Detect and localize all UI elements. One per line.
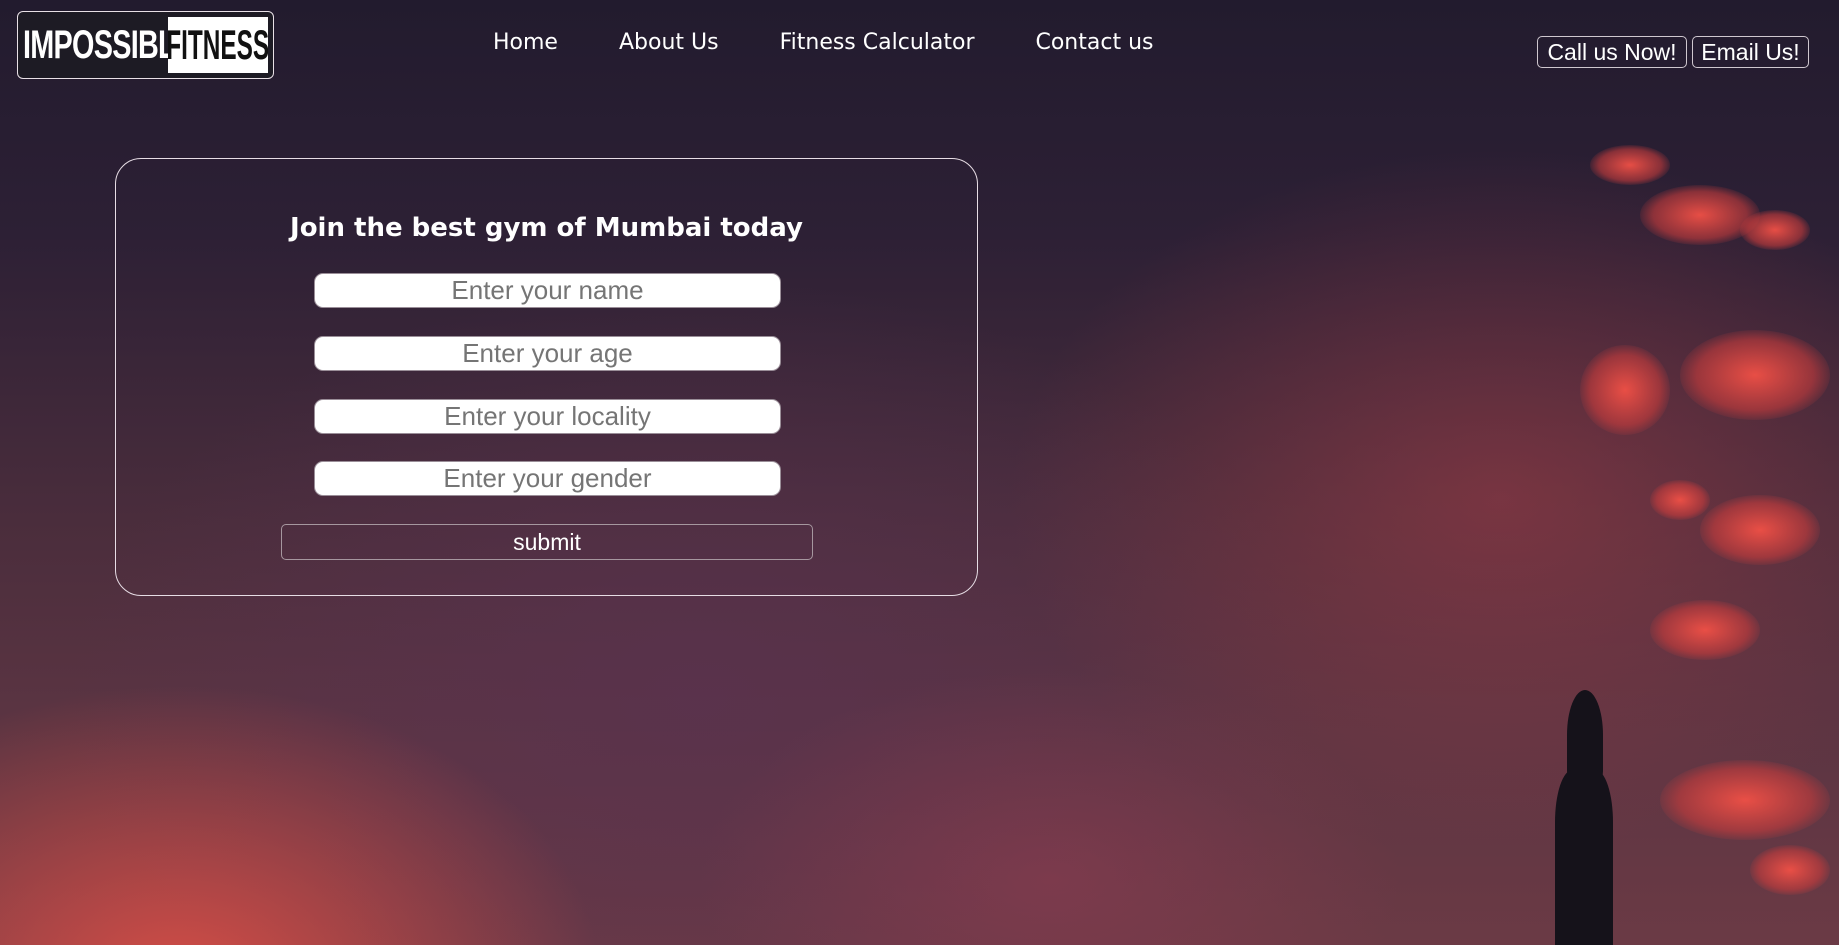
site-logo[interactable]: IMPOSSIBLE FITNESS — [17, 11, 274, 79]
nav-fitness-calculator[interactable]: Fitness Calculator — [780, 30, 975, 55]
form-title: Join the best gym of Mumbai today — [290, 213, 803, 243]
nav-about-us[interactable]: About Us — [619, 30, 719, 55]
logo-text-fitness: FITNESS — [168, 21, 268, 68]
age-input[interactable] — [314, 336, 781, 371]
logo-badge-fitness: FITNESS — [168, 17, 268, 73]
locality-input[interactable] — [314, 399, 781, 434]
nav-home[interactable]: Home — [493, 30, 558, 55]
nav-contact-us[interactable]: Contact us — [1035, 30, 1153, 55]
signup-form-panel: Join the best gym of Mumbai today submit — [115, 158, 978, 596]
email-us-button[interactable]: Email Us! — [1692, 36, 1809, 68]
name-input[interactable] — [314, 273, 781, 308]
submit-button[interactable]: submit — [281, 524, 813, 560]
call-us-button[interactable]: Call us Now! — [1537, 36, 1687, 68]
gender-input[interactable] — [314, 461, 781, 496]
main-nav: Home About Us Fitness Calculator Contact… — [493, 30, 1214, 55]
